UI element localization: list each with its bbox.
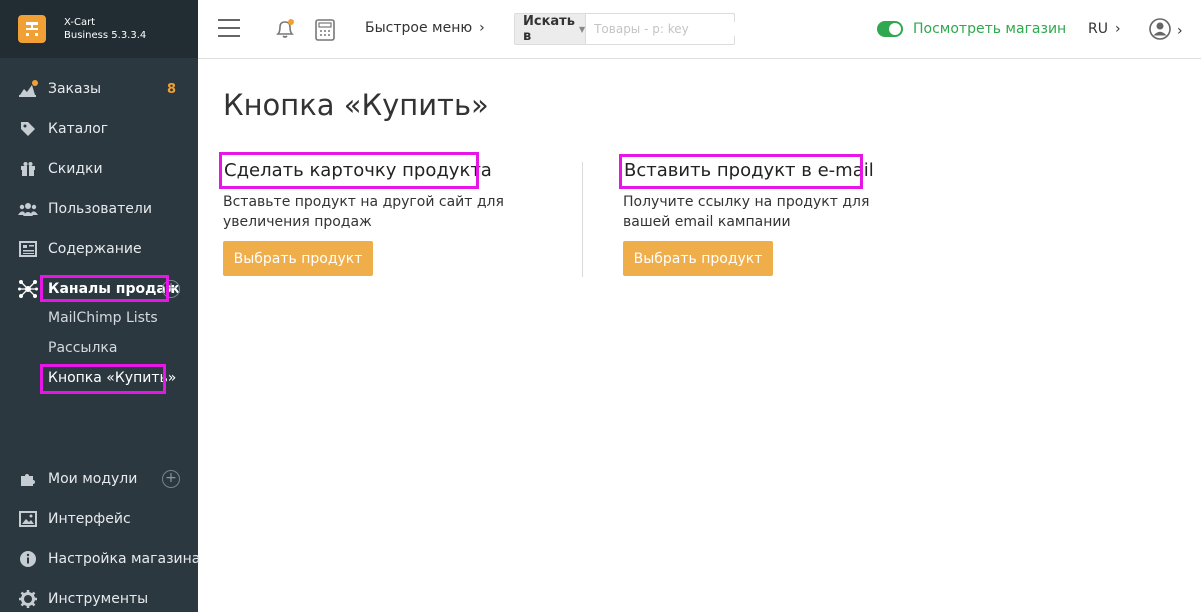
users-icon: [18, 199, 38, 219]
toggle-knob: [889, 23, 901, 35]
select-product-email-button[interactable]: Выбрать продукт: [623, 241, 773, 276]
sidebar-item-discounts[interactable]: Скидки: [0, 154, 198, 184]
add-plus-icon[interactable]: +: [162, 280, 180, 298]
sidebar-item-label: Содержание: [48, 241, 142, 257]
quick-menu-button[interactable]: Быстрое меню ›: [365, 20, 485, 36]
sidebar: X-Cart Business 5.3.3.4 Заказы 8 Каталог…: [0, 0, 201, 612]
sidebar-item-label: Скидки: [48, 161, 103, 177]
view-store-link[interactable]: Посмотреть магазин: [913, 21, 1066, 37]
select-product-button[interactable]: Выбрать продукт: [223, 241, 373, 276]
sidebar-item-orders[interactable]: Заказы 8: [0, 74, 198, 104]
orders-icon: [18, 79, 38, 99]
sidebar-item-label: Инструменты: [48, 591, 149, 607]
sidebar-item-users[interactable]: Пользователи: [0, 194, 198, 224]
brand[interactable]: X-Cart Business 5.3.3.4: [0, 0, 198, 58]
puzzle-icon: [18, 469, 38, 489]
sidebar-item-store-settings[interactable]: Настройка магазина: [0, 544, 201, 574]
tag-icon: [18, 119, 38, 139]
sidebar-subitem-mailchimp[interactable]: MailChimp Lists: [48, 310, 158, 326]
search-input[interactable]: [586, 22, 745, 36]
gear-icon: [18, 589, 38, 609]
page-title: Кнопка «Купить»: [223, 88, 489, 122]
language-label: RU: [1088, 21, 1108, 37]
sidebar-item-my-modules[interactable]: Мои модули +: [0, 464, 198, 494]
gift-icon: [18, 159, 38, 179]
user-avatar-icon: [1149, 18, 1171, 44]
embed-product-email-description: Получите ссылку на продукт для вашей ema…: [623, 194, 870, 230]
chevron-right-icon: ›: [1114, 21, 1121, 37]
quick-menu-label: Быстрое меню: [365, 20, 473, 36]
chevron-right-icon: ›: [1177, 23, 1183, 39]
sidebar-item-content[interactable]: Содержание: [0, 234, 198, 264]
top-bar: Быстрое меню › Искать в ▼ Посмотреть маг…: [198, 0, 1201, 59]
bell-icon[interactable]: [274, 18, 296, 40]
sidebar-item-label: Интерфейс: [48, 511, 131, 527]
search-box: Искать в ▼: [514, 13, 745, 45]
sidebar-item-label: Каталог: [48, 121, 109, 137]
chevron-right-icon: ›: [479, 20, 485, 36]
sidebar-item-label: Заказы: [48, 81, 102, 97]
user-menu[interactable]: ›: [1149, 18, 1183, 44]
create-product-card-title: Сделать карточку продукта: [224, 160, 492, 181]
sidebar-item-sales-channels[interactable]: Каналы продаж +: [0, 274, 198, 304]
hamburger-menu-icon[interactable]: [218, 18, 240, 38]
xcart-logo-icon: [18, 15, 46, 43]
sidebar-item-tools[interactable]: Инструменты: [0, 584, 198, 612]
image-icon: [18, 509, 38, 529]
language-selector[interactable]: RU ›: [1088, 21, 1121, 37]
info-icon: [18, 549, 38, 569]
orders-count-badge: 8: [167, 81, 177, 97]
sidebar-subitem-buy-button[interactable]: Кнопка «Купить»: [48, 370, 176, 386]
embed-product-email-title: Вставить продукт в e-mail: [624, 160, 874, 181]
search-in-label: Искать в: [523, 14, 575, 44]
network-icon: [18, 279, 38, 299]
store-status-toggle[interactable]: [877, 21, 903, 37]
sidebar-item-catalog[interactable]: Каталог: [0, 114, 198, 144]
create-product-card-description: Вставьте продукт на другой сайт для увел…: [223, 194, 504, 230]
sidebar-subitem-newsletter[interactable]: Рассылка: [48, 340, 117, 356]
sidebar-item-label: Каналы продаж: [48, 281, 180, 297]
content-icon: [18, 239, 38, 259]
sidebar-item-interface[interactable]: Интерфейс: [0, 504, 198, 534]
brand-name: X-Cart: [64, 17, 96, 28]
add-plus-icon[interactable]: +: [162, 470, 180, 488]
search-in-dropdown[interactable]: Искать в ▼: [515, 14, 587, 44]
sidebar-item-label: Мои модули: [48, 471, 138, 487]
calculator-icon[interactable]: [315, 19, 335, 41]
caret-down-icon: ▼: [578, 24, 586, 34]
brand-version: Business 5.3.3.4: [64, 30, 147, 41]
column-divider: [582, 162, 583, 277]
sidebar-item-label: Пользователи: [48, 201, 152, 217]
sidebar-item-label: Настройка магазина: [48, 551, 201, 567]
